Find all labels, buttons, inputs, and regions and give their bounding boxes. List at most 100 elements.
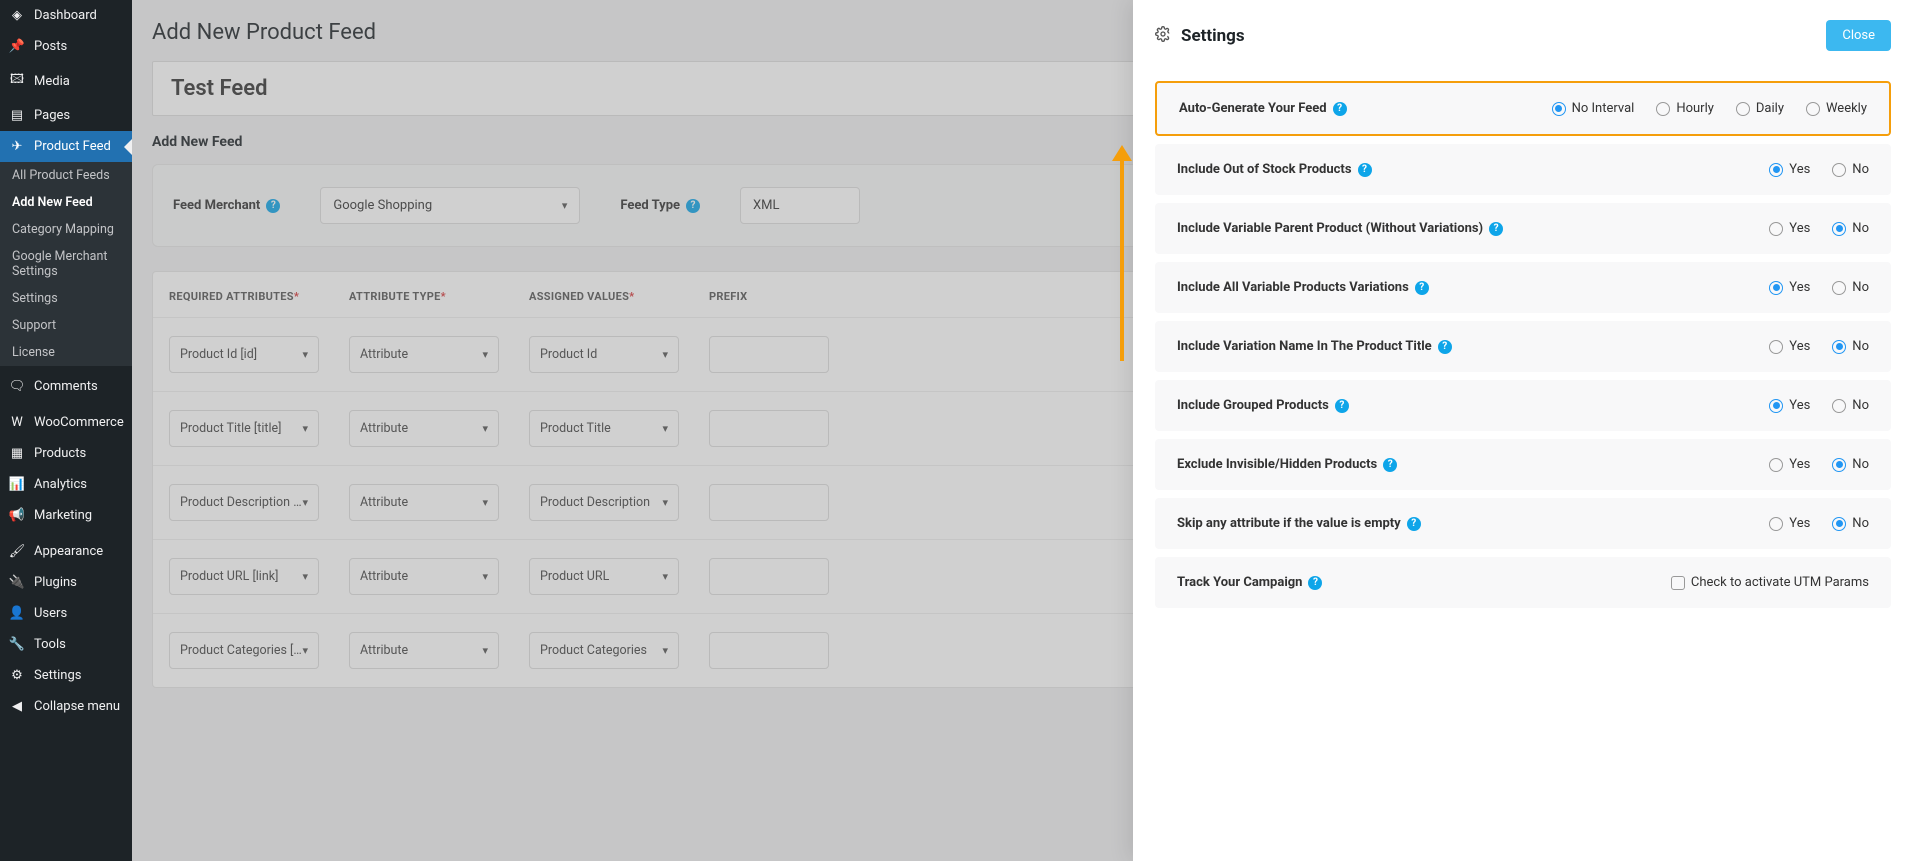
submenu-item[interactable]: Category Mapping xyxy=(0,216,132,243)
sidebar-item-woocommerce[interactable]: WWooCommerce xyxy=(0,407,132,438)
radio-option-no[interactable]: No xyxy=(1832,280,1869,295)
radio-option-no[interactable]: No xyxy=(1832,339,1869,354)
radio-icon xyxy=(1656,102,1670,116)
analytics-icon: 📊 xyxy=(8,477,26,492)
help-icon[interactable]: ? xyxy=(1308,576,1322,590)
radio-option-yes[interactable]: Yes xyxy=(1769,280,1810,295)
track-campaign-label: Track Your Campaign xyxy=(1177,575,1302,590)
help-icon[interactable]: ? xyxy=(1438,340,1452,354)
radio-option-yes[interactable]: Yes xyxy=(1769,221,1810,236)
setting-row: Exclude Invisible/Hidden Products? Yes N… xyxy=(1155,439,1891,490)
radio-option-no[interactable]: No xyxy=(1832,398,1869,413)
plugins-icon: 🔌 xyxy=(8,575,26,590)
radio-icon xyxy=(1832,399,1846,413)
setting-row: Include Variation Name In The Product Ti… xyxy=(1155,321,1891,372)
setting-label: Include Variation Name In The Product Ti… xyxy=(1177,339,1432,354)
sidebar-item-label: Comments xyxy=(34,379,98,394)
sidebar-item-appearance[interactable]: 🖌 Appearance xyxy=(0,536,132,567)
help-icon[interactable]: ? xyxy=(1407,517,1421,531)
sidebar-item-label: Product Feed xyxy=(34,139,111,154)
sidebar-item-dashboard[interactable]: ◈ Dashboard xyxy=(0,0,132,31)
sidebar-item-product-feed[interactable]: ✈ Product Feed xyxy=(0,131,132,162)
radio-option-yes[interactable]: Yes xyxy=(1769,339,1810,354)
radio-icon xyxy=(1832,281,1846,295)
sidebar-item-label: Appearance xyxy=(34,544,103,559)
sidebar-item-plugins[interactable]: 🔌Plugins xyxy=(0,567,132,598)
sidebar-item-label: Posts xyxy=(34,39,67,54)
sidebar-item-analytics[interactable]: 📊Analytics xyxy=(0,469,132,500)
help-icon[interactable]: ? xyxy=(1383,458,1397,472)
dashboard-icon: ◈ xyxy=(8,8,26,23)
sidebar-item-label: Media xyxy=(34,74,70,89)
radio-option-yes[interactable]: Yes xyxy=(1769,398,1810,413)
radio-option-no[interactable]: No xyxy=(1832,221,1869,236)
setting-label: Include Variable Parent Product (Without… xyxy=(1177,221,1483,236)
products-icon: ▦ xyxy=(8,446,26,461)
gear-icon xyxy=(1155,26,1171,46)
sidebar-item-label: Pages xyxy=(34,108,70,123)
sidebar-item-settings[interactable]: ⚙ Settings xyxy=(0,660,132,691)
sidebar-item-label: Products xyxy=(34,446,86,461)
sidebar-item-label: Settings xyxy=(34,668,81,683)
settings-icon: ⚙ xyxy=(8,668,26,683)
pin-icon: 📌 xyxy=(8,39,26,54)
submenu-item[interactable]: Add New Feed xyxy=(0,189,132,216)
radio-option-yes[interactable]: Yes xyxy=(1769,516,1810,531)
radio-icon xyxy=(1832,517,1846,531)
radio-option-daily[interactable]: Daily xyxy=(1736,101,1784,116)
radio-option-hourly[interactable]: Hourly xyxy=(1656,101,1714,116)
radio-icon xyxy=(1832,222,1846,236)
help-icon[interactable]: ? xyxy=(1415,281,1429,295)
setting-row: Skip any attribute if the value is empty… xyxy=(1155,498,1891,549)
help-icon[interactable]: ? xyxy=(1489,222,1503,236)
track-checkbox-option[interactable]: Check to activate UTM Params xyxy=(1671,575,1869,590)
radio-option-no[interactable]: No xyxy=(1832,457,1869,472)
radio-option-no[interactable]: No xyxy=(1832,516,1869,531)
product-feed-submenu: All Product FeedsAdd New FeedCategory Ma… xyxy=(0,162,132,366)
sidebar-item-posts[interactable]: 📌 Posts xyxy=(0,31,132,62)
setting-label: Include Out of Stock Products xyxy=(1177,162,1352,177)
setting-row: Include Out of Stock Products? Yes No xyxy=(1155,144,1891,195)
radio-icon xyxy=(1832,340,1846,354)
submenu-item[interactable]: All Product Feeds xyxy=(0,162,132,189)
radio-icon xyxy=(1736,102,1750,116)
help-icon[interactable]: ? xyxy=(1333,102,1347,116)
sidebar-item-label: Tools xyxy=(34,637,66,652)
sidebar-item-marketing[interactable]: 📢Marketing xyxy=(0,500,132,531)
setting-label: Include All Variable Products Variations xyxy=(1177,280,1409,295)
comment-icon: 🗨 xyxy=(8,379,26,394)
help-icon[interactable]: ? xyxy=(1358,163,1372,177)
radio-icon xyxy=(1769,222,1783,236)
auto-generate-options: No Interval Hourly Daily Weekly xyxy=(1552,101,1867,116)
sidebar-item-comments[interactable]: 🗨 Comments xyxy=(0,371,132,402)
help-icon[interactable]: ? xyxy=(1335,399,1349,413)
appearance-icon: 🖌 xyxy=(8,544,26,559)
sidebar-item-tools[interactable]: 🔧Tools xyxy=(0,629,132,660)
settings-panel: Settings Close Auto-Generate Your Feed? … xyxy=(1133,0,1913,861)
close-button[interactable]: Close xyxy=(1826,20,1891,51)
submenu-item[interactable]: Support xyxy=(0,312,132,339)
setting-row: Include All Variable Products Variations… xyxy=(1155,262,1891,313)
submenu-item[interactable]: Google Merchant Settings xyxy=(0,243,132,285)
radio-option-yes[interactable]: Yes xyxy=(1769,457,1810,472)
radio-icon xyxy=(1806,102,1820,116)
feed-icon: ✈ xyxy=(8,139,26,154)
sidebar-item-products[interactable]: ▦ Products xyxy=(0,438,132,469)
submenu-item[interactable]: License xyxy=(0,339,132,366)
radio-option-weekly[interactable]: Weekly xyxy=(1806,101,1867,116)
setting-label: Include Grouped Products xyxy=(1177,398,1329,413)
setting-label: Skip any attribute if the value is empty xyxy=(1177,516,1401,531)
woo-icon: W xyxy=(8,415,26,430)
sidebar-item-collapse-menu[interactable]: ◀Collapse menu xyxy=(0,691,132,722)
sidebar-item-users[interactable]: 👤Users xyxy=(0,598,132,629)
radio-icon xyxy=(1832,458,1846,472)
radio-option-no-interval[interactable]: No Interval xyxy=(1552,101,1635,116)
sidebar-item-label: Dashboard xyxy=(34,8,97,23)
radio-icon xyxy=(1769,458,1783,472)
radio-option-yes[interactable]: Yes xyxy=(1769,162,1810,177)
submenu-item[interactable]: Settings xyxy=(0,285,132,312)
sidebar-item-pages[interactable]: ▤Pages xyxy=(0,100,132,131)
sidebar-item-media[interactable]: 🖾 Media xyxy=(0,62,132,100)
media-icon: 🖾 xyxy=(8,70,26,92)
radio-option-no[interactable]: No xyxy=(1832,162,1869,177)
